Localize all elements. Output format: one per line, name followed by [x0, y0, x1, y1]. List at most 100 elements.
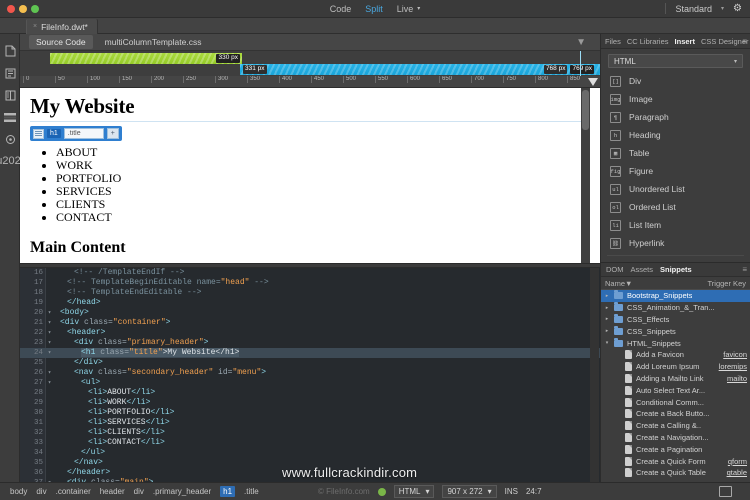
- breadcrumb-item[interactable]: div: [134, 487, 144, 496]
- breadcrumb-item[interactable]: .primary_header: [153, 487, 211, 496]
- tab-files[interactable]: Files: [605, 37, 621, 46]
- element-quick-view-toolbar[interactable]: h1 +: [30, 126, 122, 141]
- breadcrumb-item[interactable]: h1: [220, 486, 236, 497]
- panel-menu-icon[interactable]: ≡: [742, 37, 747, 46]
- snippet-trigger-key[interactable]: qtable: [727, 468, 747, 477]
- insert-category-select[interactable]: HTML ▾: [608, 54, 743, 68]
- insert-item-div[interactable]: [] Div: [601, 72, 750, 90]
- code-line[interactable]: 30 <li>PORTFOLIO</li>: [20, 408, 600, 418]
- disclosure-triangle-icon[interactable]: ▾: [604, 340, 610, 346]
- view-mode-code[interactable]: Code: [330, 4, 352, 14]
- code-line[interactable]: 26 ▾ <nav class="secondary_header" id="men…: [20, 368, 600, 378]
- view-mode-split[interactable]: Split: [365, 4, 383, 14]
- workspace-selector[interactable]: Standard: [675, 4, 712, 14]
- code-fold-icon[interactable]: ▾: [46, 308, 53, 318]
- insert-item-paragraph[interactable]: ¶ Paragraph: [601, 108, 750, 126]
- disclosure-triangle-icon[interactable]: ▸: [604, 293, 610, 299]
- panel-menu-icon[interactable]: ≡: [742, 265, 747, 274]
- list-item[interactable]: WORK: [56, 159, 590, 172]
- snippet-file-row[interactable]: Create a Back Butto...: [601, 408, 750, 420]
- code-fold-icon[interactable]: ▾: [46, 378, 53, 388]
- disclosure-triangle-icon[interactable]: ▸: [604, 328, 610, 334]
- code-line[interactable]: 23 ▾ <div class="primary_header">: [20, 338, 600, 348]
- snippet-file-row[interactable]: Create a Calling &..: [601, 420, 750, 432]
- code-line[interactable]: 16 <!-- /TemplateEndIf -->: [20, 268, 600, 278]
- snippet-folder-row[interactable]: ▸ CSS_Animation_&_Tran...: [601, 302, 750, 314]
- tab-cc-libraries[interactable]: CC Libraries: [627, 37, 669, 46]
- column-header-trigger[interactable]: Trigger Key: [708, 279, 747, 288]
- element-list-icon[interactable]: [33, 128, 44, 139]
- chevron-down-icon[interactable]: ▾: [417, 5, 420, 12]
- split-view-icon[interactable]: [0, 84, 20, 106]
- list-item[interactable]: CONTACT: [56, 211, 590, 224]
- chevron-down-icon[interactable]: ▾: [721, 5, 724, 12]
- code-line[interactable]: 32 <li>CLIENTS</li>: [20, 428, 600, 438]
- insert-item-image[interactable]: img Image: [601, 90, 750, 108]
- view-mode-live[interactable]: Live: [397, 4, 414, 14]
- snippet-trigger-key[interactable]: mailto: [727, 374, 747, 383]
- code-line[interactable]: 19 </head>: [20, 298, 600, 308]
- snippet-file-row[interactable]: Create a Quick Form qform: [601, 455, 750, 467]
- tab-dom[interactable]: DOM: [606, 265, 624, 274]
- main-content-heading[interactable]: Main Content: [30, 239, 590, 257]
- snippet-folder-row[interactable]: ▸ Bootstrap_Snippets: [601, 290, 750, 302]
- blue-width-guide[interactable]: 331 px 768 px 769 px: [240, 64, 600, 75]
- snippet-trigger-key[interactable]: favicon: [723, 350, 747, 359]
- more-options-icon[interactable]: \u2026: [0, 150, 27, 172]
- tab-insert[interactable]: Insert: [675, 37, 695, 46]
- list-item[interactable]: SERVICES: [56, 185, 590, 198]
- live-status-icon[interactable]: [377, 487, 386, 496]
- source-code-button[interactable]: Source Code: [29, 35, 93, 49]
- code-fold-icon[interactable]: ▾: [46, 368, 53, 378]
- live-preview-icon[interactable]: [0, 128, 20, 150]
- disclosure-triangle-icon[interactable]: ▸: [604, 316, 610, 322]
- list-item[interactable]: CLIENTS: [56, 198, 590, 211]
- snippet-folder-row[interactable]: ▸ CSS_Effects: [601, 313, 750, 326]
- code-line[interactable]: 17 <!-- TemplateBeginEditable name="head"…: [20, 278, 600, 288]
- breadcrumb-item[interactable]: div: [36, 487, 46, 496]
- insert-item-hyperlink[interactable]: ⛓ Hyperlink: [601, 234, 750, 252]
- tab-snippets[interactable]: Snippets: [660, 265, 692, 274]
- insert-mode-indicator[interactable]: INS: [505, 487, 518, 496]
- list-item[interactable]: ABOUT: [56, 146, 590, 159]
- doctype-select[interactable]: HTML ▾: [393, 485, 435, 498]
- code-fold-icon[interactable]: ▾: [46, 348, 53, 358]
- snippet-file-row[interactable]: Add Loreum Ipsum loremips: [601, 361, 750, 373]
- horizontal-ruler[interactable]: 0 50 100 150 200 250 300 350 400 450 500…: [20, 76, 600, 88]
- scrollbar-thumb[interactable]: [582, 90, 589, 130]
- filter-icon[interactable]: ▼: [576, 37, 586, 48]
- mobile-preview-icon[interactable]: [719, 486, 732, 497]
- code-line[interactable]: 33 <li>CONTACT</li>: [20, 438, 600, 448]
- breadcrumb-item[interactable]: .title: [244, 487, 259, 496]
- document-tab-fileinfo[interactable]: × FileInfo.dwt*: [26, 19, 98, 34]
- element-class-input[interactable]: [63, 128, 104, 139]
- window-size-select[interactable]: 907 x 272 ▾: [442, 485, 497, 498]
- snippet-file-row[interactable]: Auto Select Text Ar...: [601, 384, 750, 396]
- code-line[interactable]: 25 </div>: [20, 358, 600, 368]
- insert-item-list-item[interactable]: li List Item: [601, 216, 750, 234]
- gear-icon[interactable]: ⚙: [733, 3, 742, 14]
- tab-assets[interactable]: Assets: [631, 265, 654, 274]
- code-line[interactable]: 24 ▾ <h1 class="title">My Website</h1>: [20, 348, 600, 358]
- code-line[interactable]: 22 ▾ <header>: [20, 328, 600, 338]
- insert-item-figure[interactable]: fig Figure: [601, 162, 750, 180]
- snippet-file-row[interactable]: Create a Pagination: [601, 443, 750, 455]
- add-class-button[interactable]: +: [106, 128, 119, 139]
- code-line[interactable]: 34 </ul>: [20, 448, 600, 458]
- code-fold-icon[interactable]: ▾: [46, 318, 53, 328]
- insert-item-heading[interactable]: h Heading: [601, 126, 750, 144]
- insert-item-ordered-list[interactable]: ol Ordered List: [601, 198, 750, 216]
- disclosure-triangle-icon[interactable]: ▸: [604, 305, 610, 311]
- code-line[interactable]: 27 ▾ <ul>: [20, 378, 600, 388]
- snippet-file-row[interactable]: Create a Navigation...: [601, 432, 750, 444]
- snippet-file-row[interactable]: Add a Favicon favicon: [601, 349, 750, 361]
- file-icon[interactable]: [0, 40, 20, 62]
- code-line[interactable]: 21 ▾ <div class="container">: [20, 318, 600, 328]
- close-icon[interactable]: ×: [33, 23, 37, 30]
- snippet-file-row[interactable]: Adding a Mailto Link mailto: [601, 373, 750, 385]
- code-line[interactable]: 28 <li>ABOUT</li>: [20, 388, 600, 398]
- green-width-guide[interactable]: 330 px: [50, 53, 242, 64]
- snippet-file-row[interactable]: Create a Quick Table qtable: [601, 467, 750, 479]
- design-view[interactable]: My Website h1 + ABOUT WORK PORTFOLIO SER…: [20, 88, 600, 263]
- code-refactor-icon[interactable]: [0, 62, 20, 84]
